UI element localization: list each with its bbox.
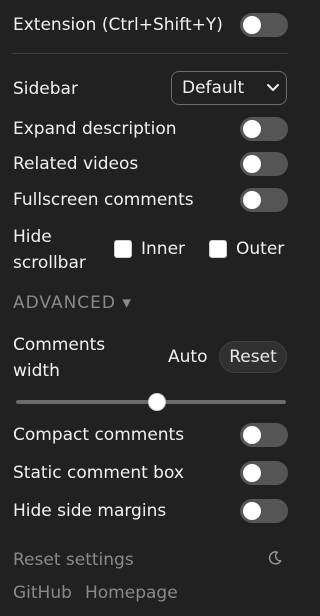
static-comment-box-label: Static comment box xyxy=(13,463,184,483)
hide-side-margins-label: Hide side margins xyxy=(13,501,167,521)
reset-width-button[interactable]: Reset xyxy=(219,341,287,373)
static-comment-box-toggle[interactable] xyxy=(240,461,288,485)
sidebar-select[interactable]: Default xyxy=(171,71,287,105)
fullscreen-comments-label: Fullscreen comments xyxy=(13,190,194,210)
comments-width-label-line2: width xyxy=(13,361,60,381)
hide-scrollbar-label-line1: Hide xyxy=(13,227,52,247)
related-videos-toggle[interactable] xyxy=(240,152,288,176)
github-link[interactable]: GitHub xyxy=(13,582,72,604)
expand-description-label: Expand description xyxy=(13,119,177,139)
comments-width-label-line1: Comments xyxy=(13,335,106,355)
compact-comments-label: Compact comments xyxy=(13,425,185,445)
inner-label: Inner xyxy=(141,239,186,259)
extension-label: Extension (Ctrl+Shift+Y) xyxy=(13,15,223,35)
toggle-knob xyxy=(243,155,261,173)
toggle-knob xyxy=(243,464,261,482)
sidebar-select-value: Default xyxy=(182,78,245,98)
extension-toggle[interactable] xyxy=(240,13,288,37)
inner-checkbox[interactable] xyxy=(114,240,132,258)
moon-icon[interactable] xyxy=(267,550,283,566)
chevron-down-icon xyxy=(267,84,279,91)
hide-scrollbar-label-line2: scrollbar xyxy=(13,253,86,273)
outer-checkbox[interactable] xyxy=(209,240,227,258)
homepage-link[interactable]: Homepage xyxy=(85,582,178,604)
fullscreen-comments-toggle[interactable] xyxy=(240,188,288,212)
toggle-knob xyxy=(243,426,261,444)
reset-settings-link[interactable]: Reset settings xyxy=(13,549,134,571)
toggle-knob xyxy=(243,191,261,209)
hide-side-margins-toggle[interactable] xyxy=(240,499,288,523)
comments-width-slider-thumb[interactable] xyxy=(148,393,166,411)
advanced-toggle[interactable]: ADVANCED ▾ xyxy=(13,292,132,314)
divider xyxy=(12,53,288,54)
toggle-knob xyxy=(243,120,261,138)
toggle-knob xyxy=(243,16,261,34)
expand-description-toggle[interactable] xyxy=(240,117,288,141)
compact-comments-toggle[interactable] xyxy=(240,423,288,447)
toggle-knob xyxy=(243,502,261,520)
sidebar-label: Sidebar xyxy=(13,79,78,99)
comments-width-value: Auto xyxy=(168,347,208,367)
related-videos-label: Related videos xyxy=(13,154,139,174)
outer-label: Outer xyxy=(236,239,285,259)
